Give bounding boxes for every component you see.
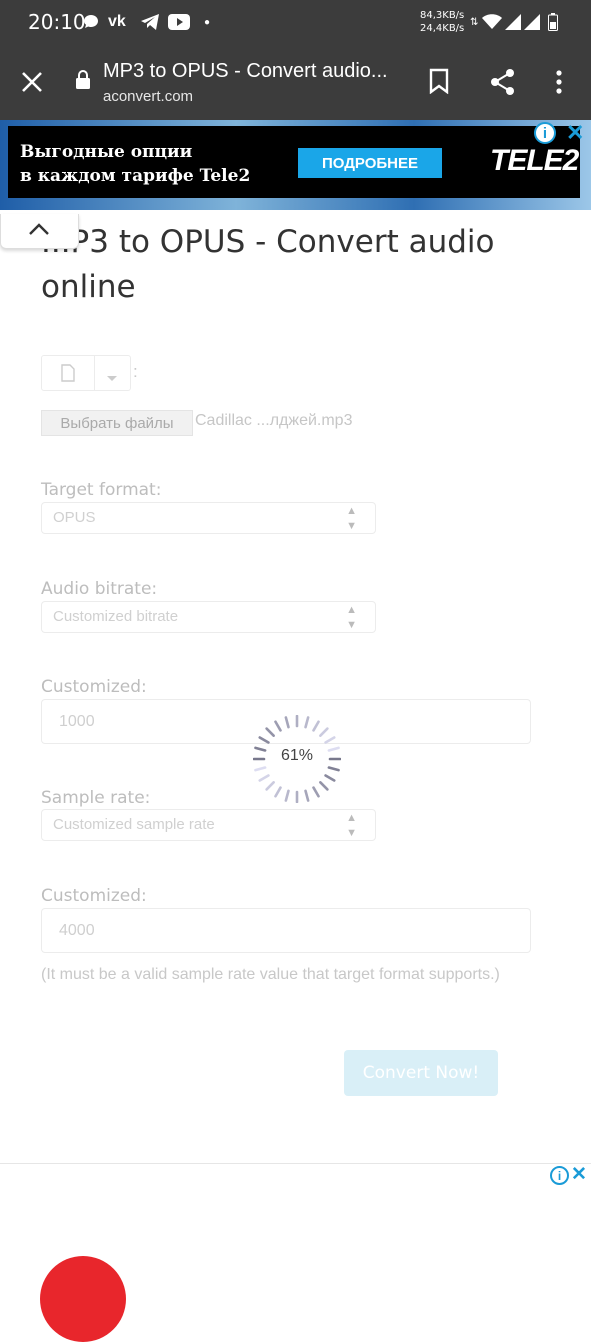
page-title: ...P3 to OPUS - Convert audio online — [41, 224, 495, 305]
customized-sample-label: Customized: — [41, 886, 147, 906]
collapse-ad-tab[interactable] — [0, 214, 79, 249]
ad-text: Выгодные опции в каждом тарифе Tele2 — [20, 140, 250, 188]
target-format-label: Target format: — [41, 480, 162, 500]
vk-icon: vk — [108, 13, 126, 30]
chevron-down-icon[interactable] — [106, 370, 118, 388]
signal-icon-1 — [505, 12, 521, 32]
convert-now-button[interactable]: Convert Now! — [344, 1050, 498, 1096]
dot-icon: ● — [204, 16, 211, 28]
page-tab-title: MP3 to OPUS - Convert audio... — [103, 60, 388, 82]
target-format-select[interactable]: OPUS ▲ ▼ — [41, 502, 376, 534]
bitrate-label: Audio bitrate: — [41, 579, 158, 599]
spinner-tick — [319, 781, 329, 791]
ad-logo-circle[interactable] — [40, 1256, 126, 1342]
main-content: ...P3 to OPUS - Convert audio online : В… — [0, 210, 591, 1165]
selected-file-name: Cadillac ...лджей.mp3 — [195, 412, 353, 429]
file-icon[interactable] — [60, 364, 76, 387]
sample-rate-select[interactable]: Customized sample rate ▲ ▼ — [41, 809, 376, 841]
telegram-icon — [140, 12, 160, 32]
ad-content[interactable]: Выгодные опции в каждом тарифе Tele2 ПОД… — [8, 126, 580, 198]
net-down: 84,3KB/s — [420, 10, 465, 21]
chat-icon — [82, 12, 100, 32]
custom-sample-rate-input[interactable]: 4000 — [41, 908, 531, 953]
spinner-tick — [304, 716, 310, 729]
target-format-value: OPUS — [53, 509, 96, 526]
youtube-icon — [168, 12, 190, 32]
spinner-tick — [284, 789, 290, 802]
url-text[interactable]: aconvert.com — [103, 88, 193, 105]
chevron-up-icon[interactable] — [28, 222, 50, 241]
spinner-tick — [274, 786, 282, 798]
more-menu-icon[interactable] — [556, 70, 562, 99]
signal-icon-2 — [524, 12, 540, 32]
ad-close-icon[interactable]: ✕ — [566, 120, 584, 146]
share-icon[interactable] — [489, 68, 517, 101]
wifi-icon — [482, 12, 502, 32]
network-speed: 84,3KB/s 24,4KB/s — [420, 9, 464, 35]
ad-line-1: Выгодные опции — [20, 142, 193, 162]
sample-rate-note: (It must be a valid sample rate value th… — [41, 966, 500, 983]
battery-icon — [548, 12, 558, 32]
spinner-tick — [254, 766, 267, 772]
spinner-tick — [274, 720, 282, 732]
sample-rate-value: Customized sample rate — [53, 816, 215, 833]
status-bar: 20:10 vk ● 84,3KB/s 24,4KB/s ⇅ — [0, 0, 591, 44]
ad-more-button[interactable]: ПОДРОБНЕЕ — [298, 148, 442, 178]
select-arrows-icon: ▲ ▼ — [346, 604, 357, 631]
spinner-tick — [258, 736, 270, 744]
select-arrows-icon: ▲ ▼ — [346, 505, 357, 532]
spinner-tick — [324, 774, 336, 782]
ad-close-icon[interactable]: ✕ — [571, 1163, 587, 1186]
spinner-tick — [312, 720, 320, 732]
bottom-ad-banner[interactable]: i ✕ — [0, 1163, 591, 1342]
spinner-tick — [265, 727, 275, 737]
select-arrows-icon: ▲ ▼ — [346, 812, 357, 839]
status-time: 20:10 — [28, 10, 86, 34]
top-ad-banner[interactable]: Выгодные опции в каждом тарифе Tele2 ПОД… — [0, 120, 591, 210]
tele2-logo: TELE2 — [490, 144, 579, 177]
spinner-tick — [304, 789, 310, 802]
browser-toolbar: MP3 to OPUS - Convert audio... aconvert.… — [0, 44, 591, 120]
bitrate-select[interactable]: Customized bitrate ▲ ▼ — [41, 601, 376, 633]
spinner-tick — [312, 786, 320, 798]
divider — [94, 356, 95, 390]
close-tab-icon[interactable] — [20, 70, 44, 99]
bookmark-icon[interactable] — [428, 68, 450, 99]
ad-info-icon[interactable]: i — [550, 1166, 569, 1185]
data-arrows-icon: ⇅ — [470, 16, 479, 28]
customized-bitrate-label: Customized: — [41, 677, 147, 697]
progress-percent: 61% — [280, 747, 314, 764]
choose-files-button[interactable]: Выбрать файлы — [41, 410, 193, 436]
file-source-group[interactable] — [41, 355, 131, 391]
ad-line-2: в каждом тарифе Tele2 — [20, 166, 251, 186]
sample-rate-label: Sample rate: — [41, 788, 151, 808]
bitrate-value: Customized bitrate — [53, 608, 179, 625]
file-colon: : — [133, 362, 138, 381]
spinner-tick — [265, 781, 275, 791]
spinner-tick — [319, 727, 329, 737]
ad-info-icon[interactable]: i — [534, 122, 556, 144]
spinner-tick — [258, 774, 270, 782]
spinner-tick — [327, 766, 340, 772]
spinner-tick — [284, 716, 290, 729]
lock-icon — [75, 70, 91, 95]
spinner-tick — [324, 736, 336, 744]
net-up: 24,4KB/s — [420, 23, 465, 34]
